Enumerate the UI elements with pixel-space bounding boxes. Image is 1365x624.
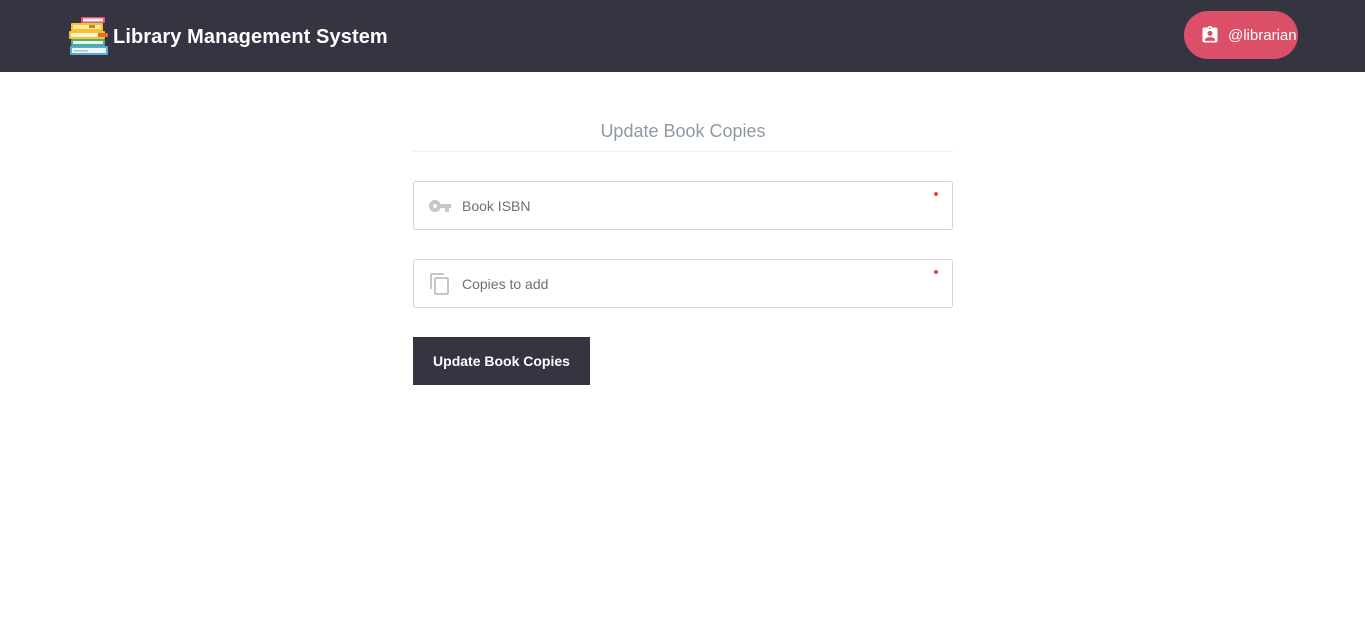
brand-title: Library Management System <box>113 25 388 48</box>
copies-field[interactable] <box>413 259 953 308</box>
key-icon <box>429 200 451 212</box>
required-marker <box>934 270 938 274</box>
isbn-input[interactable] <box>462 182 932 229</box>
update-book-copies-button[interactable]: Update Book Copies <box>413 337 590 385</box>
required-marker <box>934 192 938 196</box>
update-copies-form: Update Book Copies Update Book Copies <box>413 110 953 385</box>
brand[interactable]: Library Management System <box>68 16 388 58</box>
username-label: @librarian <box>1228 26 1297 44</box>
stacked-books-icon <box>69 17 108 55</box>
user-menu-button[interactable]: @librarian <box>1184 11 1298 59</box>
isbn-field[interactable] <box>413 181 953 230</box>
form-title: Update Book Copies <box>413 110 953 152</box>
contact-badge-icon <box>1202 25 1218 43</box>
top-navbar: Library Management System @librarian <box>0 0 1365 72</box>
copies-input[interactable] <box>462 260 932 307</box>
copy-icon <box>430 273 449 295</box>
